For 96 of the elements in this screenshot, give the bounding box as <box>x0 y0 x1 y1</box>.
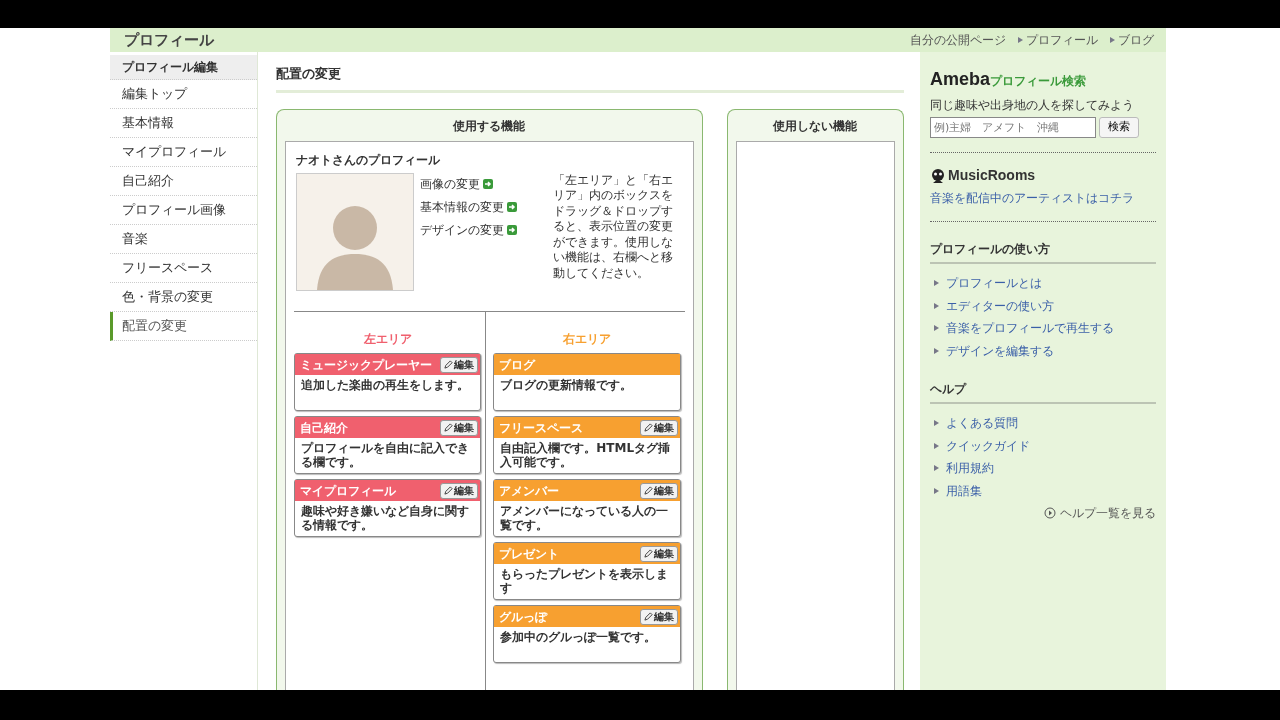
module-description: 自由記入欄です。HTMLタグ挿入可能です。 <box>499 440 672 471</box>
module-description: 趣味や好き嫌いなど自身に関する情報です。 <box>300 503 470 534</box>
drag-drop-link[interactable]: ドラッグ＆ドロップ <box>552 203 661 218</box>
help-link[interactable]: 利用規約 <box>946 459 994 478</box>
panel-title: 使用しない機能 <box>772 117 859 135</box>
logo-subtitle: プロフィール検索 <box>990 74 1087 90</box>
sidebar-item[interactable]: 配置の変更 <box>110 312 257 341</box>
panel-title: 使用する機能 <box>452 117 527 135</box>
module-title: フリースペース <box>499 419 584 437</box>
profile-link[interactable]: 基本情報の変更 <box>420 195 517 219</box>
module-box[interactable]: プレゼント 編集 もらったプレゼントを表示します <box>493 542 681 600</box>
bullet-icon <box>934 347 939 354</box>
logo-text: Ameba <box>930 68 991 91</box>
play-circle-icon <box>1044 507 1056 519</box>
bullet-icon <box>934 280 939 287</box>
bullet-icon <box>934 465 939 472</box>
help-link[interactable]: 音楽をプロフィールで再生する <box>946 319 1114 338</box>
bullet-icon <box>934 420 939 427</box>
music-logo: MusicRooms <box>948 166 1036 185</box>
module-title: ブログ <box>499 356 536 374</box>
edit-button[interactable]: 編集 <box>440 356 479 373</box>
bullet-icon <box>934 442 939 449</box>
search-field[interactable]: 例)主婦 アメフト 沖縄 <box>930 117 1096 138</box>
module-box[interactable]: 自己紹介 編集 プロフィールを自由に記入できる欄です。 <box>294 416 482 474</box>
help-link[interactable]: クイックガイド <box>946 436 1030 455</box>
header-link[interactable]: プロフィール <box>1018 31 1098 49</box>
arrow-icon <box>507 225 517 235</box>
area-title: 右エリア <box>561 331 612 348</box>
profile-link[interactable]: デザインの変更 <box>420 218 517 242</box>
sidebar-item[interactable]: 自己紹介 <box>110 167 257 196</box>
module-title: プレゼント <box>499 545 560 563</box>
pencil-icon <box>444 486 454 495</box>
edit-button[interactable]: 編集 <box>440 482 479 499</box>
module-description: プロフィールを自由に記入できる欄です。 <box>300 440 470 471</box>
section-heading: ヘルプ <box>930 380 1156 404</box>
header-link[interactable]: ブログ <box>1110 31 1154 49</box>
module-title: ミュージックプレーヤー <box>300 356 432 374</box>
module-title: マイプロフィール <box>300 482 396 500</box>
edit-button[interactable]: 編集 <box>440 419 479 436</box>
page-title: プロフィール <box>124 29 214 51</box>
header-link[interactable]: 自分の公開ページ <box>910 31 1006 49</box>
pencil-icon <box>643 612 653 621</box>
sidebar-item[interactable]: 色・背景の変更 <box>110 283 257 312</box>
module-title: グルっぽ <box>499 608 548 626</box>
pencil-icon <box>444 360 454 369</box>
pencil-icon <box>643 486 653 495</box>
pencil-icon <box>643 423 653 432</box>
search-caption: 同じ趣味や出身地の人を探してみよう <box>930 97 1135 114</box>
module-box[interactable]: マイプロフィール 編集 趣味や好き嫌いなど自身に関する情報です。 <box>294 479 482 537</box>
module-box[interactable]: グルっぽ 編集 参加中のグルっぽ一覧です。 <box>493 605 681 663</box>
arrow-icon <box>483 179 493 189</box>
arrow-icon <box>507 202 517 212</box>
bullet-icon <box>1018 37 1023 43</box>
instruction-text: 「左エリア」と「右エリア」内のボックスを ドラッグ＆ドロップすると、表示位置の変更ができます。使用しない機能は、右欄へと移動してください。 <box>552 172 674 281</box>
search-button[interactable]: 検索 <box>1099 117 1139 138</box>
profile-name: ナオトさんのプロフィール <box>296 151 441 169</box>
module-title: 自己紹介 <box>300 419 348 437</box>
module-description: アメンバーになっている人の一覧です。 <box>499 503 670 534</box>
module-box[interactable]: アメンバー 編集 アメンバーになっている人の一覧です。 <box>493 479 681 537</box>
pencil-icon <box>643 549 653 558</box>
pencil-icon <box>444 423 454 432</box>
sidebar-item[interactable]: 音楽 <box>110 225 257 254</box>
sidebar-item[interactable]: 基本情報 <box>110 109 257 138</box>
sidebar-item[interactable]: プロフィール画像 <box>110 196 257 225</box>
help-link[interactable]: エディターの使い方 <box>946 296 1054 315</box>
module-box[interactable]: ブログ ブログの更新情報です。 <box>493 353 681 411</box>
module-box[interactable]: フリースペース 編集 自由記入欄です。HTMLタグ挿入可能です。 <box>493 416 681 474</box>
edit-button[interactable]: 編集 <box>639 608 678 625</box>
bullet-icon <box>934 487 939 494</box>
mascot-icon <box>930 167 946 184</box>
sidebar-heading: プロフィール編集 <box>110 55 257 80</box>
help-link[interactable]: デザインを編集する <box>946 341 1054 360</box>
section-title: 配置の変更 <box>276 64 904 93</box>
module-description: 参加中のグルっぽ一覧です。 <box>499 629 658 646</box>
bullet-icon <box>934 302 939 309</box>
module-box[interactable]: ミュージックプレーヤー 編集 追加した楽曲の再生をします。 <box>294 353 482 411</box>
help-link[interactable]: プロフィールとは <box>946 274 1042 293</box>
music-link[interactable]: 音楽を配信中のアーティストはコチラ <box>930 189 1156 207</box>
area-title: 左エリア <box>362 331 413 348</box>
sidebar-item[interactable]: フリースペース <box>110 254 257 283</box>
help-link[interactable]: よくある質問 <box>946 414 1018 433</box>
help-link[interactable]: 用語集 <box>946 481 982 500</box>
help-list-link[interactable]: ヘルプ一覧を見る <box>930 504 1156 522</box>
edit-button[interactable]: 編集 <box>639 545 678 562</box>
module-description: もらったプレゼントを表示します <box>499 566 670 597</box>
sidebar-item[interactable]: 編集トップ <box>110 80 257 109</box>
profile-link[interactable]: 画像の変更 <box>420 172 517 196</box>
module-description: ブログの更新情報です。 <box>499 377 634 394</box>
sidebar-item[interactable]: マイプロフィール <box>110 138 257 167</box>
bullet-icon <box>934 325 939 332</box>
edit-button[interactable]: 編集 <box>639 482 678 499</box>
bullet-icon <box>1110 37 1115 43</box>
module-title: アメンバー <box>499 482 560 500</box>
module-description: 追加した楽曲の再生をします。 <box>300 377 470 394</box>
edit-button[interactable]: 編集 <box>639 419 678 436</box>
section-heading: プロフィールの使い方 <box>930 240 1156 264</box>
